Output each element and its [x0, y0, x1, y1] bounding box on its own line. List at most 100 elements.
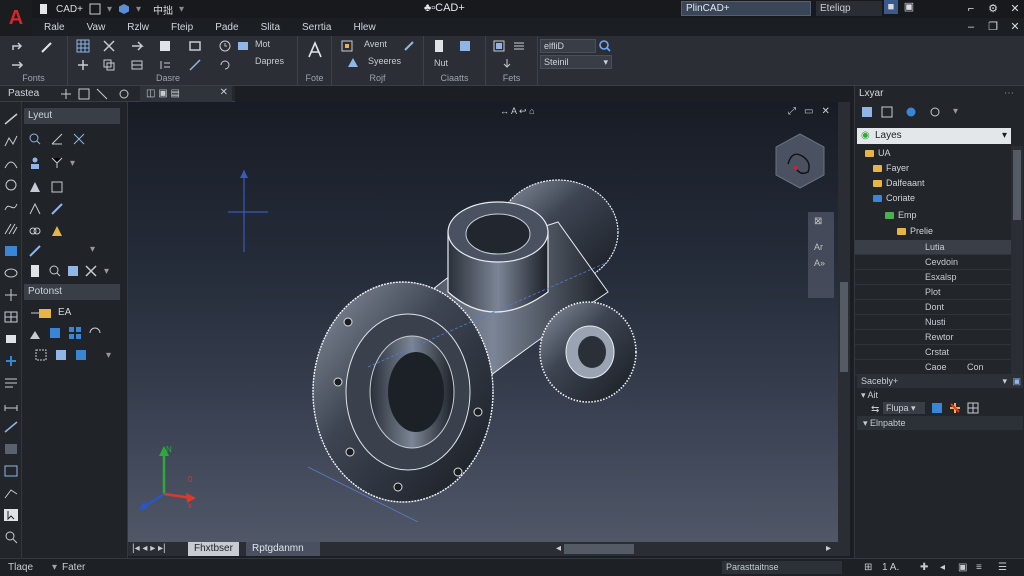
copy-icon[interactable]	[102, 58, 116, 72]
arc-icon[interactable]	[3, 156, 19, 170]
gradient-icon[interactable]	[3, 442, 19, 456]
layer-icon[interactable]	[236, 39, 250, 53]
join-icon[interactable]	[50, 156, 64, 170]
arrow-icon[interactable]	[130, 39, 144, 53]
align-icon[interactable]	[158, 58, 172, 72]
layer-tree-item[interactable]: Prelie	[855, 224, 1011, 239]
point-icon[interactable]	[3, 288, 19, 302]
horizontal-scrollbar-thumb[interactable]	[564, 544, 634, 554]
attribute-icon[interactable]	[512, 39, 526, 53]
redo-icon[interactable]	[10, 40, 24, 54]
doc-close-icon[interactable]: ✕	[1008, 20, 1022, 34]
rectangle-icon[interactable]	[188, 39, 202, 53]
palette-ea-label[interactable]: EA	[58, 307, 71, 318]
user-account[interactable]: Eteliqp	[816, 1, 882, 16]
menu-item[interactable]: Rzlw	[127, 22, 149, 33]
status-plus-icon[interactable]: ✚	[920, 562, 928, 573]
dotted-square-icon[interactable]	[34, 348, 48, 362]
doc-icon[interactable]	[28, 264, 42, 278]
property-row[interactable]: Caoe Con	[855, 360, 1011, 375]
fill-square-icon[interactable]	[54, 348, 68, 362]
app-logo[interactable]: A	[0, 0, 32, 36]
dimension-icon[interactable]	[3, 398, 19, 412]
viewport-restore-icon[interactable]: ▭	[804, 106, 813, 117]
ribbon-avent-label[interactable]: Avent	[364, 39, 387, 49]
menu-item[interactable]: Vaw	[87, 22, 106, 33]
viewport-close-icon[interactable]: ✕	[821, 106, 829, 117]
arrow-square-icon[interactable]	[74, 348, 88, 362]
ortho-icon[interactable]	[96, 88, 108, 100]
mtext-icon[interactable]	[3, 376, 19, 390]
person-icon[interactable]	[28, 156, 42, 170]
image-icon[interactable]	[66, 264, 80, 278]
doc-minimize-icon[interactable]: –	[964, 20, 978, 34]
scrollbar-thumb[interactable]	[1013, 150, 1021, 220]
layer-tree-item[interactable]: Coriate	[855, 191, 1011, 206]
viewport-nav-controls[interactable]: ↔ A ↩ ⌂	[500, 106, 535, 117]
move-icon[interactable]	[10, 58, 24, 72]
restore-icon[interactable]: ⚙	[986, 2, 1000, 16]
table-tool-icon[interactable]	[3, 310, 19, 324]
ribbon-syeeres-label[interactable]: Syeeres	[368, 56, 401, 66]
cube-icon[interactable]	[118, 3, 130, 15]
tab-layout[interactable]: Rptgdanmn	[246, 542, 320, 556]
erase-icon[interactable]	[84, 264, 98, 278]
block-icon[interactable]	[458, 39, 472, 53]
layer-tree-item[interactable]: UA	[855, 146, 1011, 161]
file-icon[interactable]	[38, 3, 50, 15]
layer-blue-icon[interactable]	[931, 402, 943, 414]
property-row[interactable]: Rewtor	[855, 330, 1011, 345]
spline-icon[interactable]	[3, 200, 19, 214]
ellipse-icon[interactable]	[3, 266, 19, 280]
snap-icon[interactable]	[78, 88, 90, 100]
layer-tree-item[interactable]: Dalfeaant	[855, 176, 1011, 191]
layer-settings-icon[interactable]	[929, 106, 941, 118]
status-scale-icon[interactable]: ⊞	[864, 562, 872, 573]
section-options-icon[interactable]: ▣	[1012, 374, 1021, 388]
viewport-vertical-scrollbar[interactable]	[838, 102, 850, 542]
insert-icon[interactable]	[492, 39, 506, 53]
nav-pan-icon[interactable]: Ar	[814, 242, 823, 252]
close-icon[interactable]: ✕	[1008, 2, 1022, 16]
small-arrow-icon[interactable]	[500, 56, 514, 70]
hscroll-right[interactable]: ▸	[826, 543, 831, 554]
palette-header-layout[interactable]: Lyeut	[24, 108, 120, 124]
ribbon-nut-label[interactable]: Nut	[434, 58, 448, 68]
multi-square-icon[interactable]	[68, 326, 82, 340]
section-header[interactable]: Sacebly+ ▾ ▣	[857, 374, 1023, 388]
chevron-down-icon[interactable]: ▾	[90, 244, 95, 255]
menu-item[interactable]: Rale	[44, 22, 65, 33]
ribbon-dapres-label[interactable]: Dapres	[255, 56, 284, 66]
viewport-maximize-icon[interactable]: ⤢	[788, 106, 796, 117]
menu-item[interactable]: Fteip	[171, 22, 193, 33]
viewcube[interactable]	[774, 132, 826, 190]
navigation-bar[interactable]: ⊠ Ar A»	[808, 212, 834, 298]
boundary-icon[interactable]	[3, 464, 19, 478]
scrollbar-thumb[interactable]	[840, 282, 848, 372]
3d-model[interactable]	[308, 152, 668, 522]
edit-icon[interactable]	[158, 39, 172, 53]
layer-properties-icon[interactable]	[340, 39, 354, 53]
status-scale[interactable]: 1 A.	[882, 562, 899, 573]
chevron-down-icon[interactable]: ▾	[953, 106, 958, 117]
palette-header-properties[interactable]: Potonst	[24, 284, 120, 300]
section-footer[interactable]: ▾ Elnpabte	[857, 416, 1023, 430]
select-icon[interactable]	[3, 508, 19, 522]
grid-select-icon[interactable]	[967, 402, 979, 414]
brush-icon[interactable]	[402, 39, 416, 53]
circle-icon[interactable]	[3, 178, 19, 192]
insert-tool-icon[interactable]	[3, 354, 19, 368]
pencil-icon[interactable]	[40, 40, 54, 54]
measure-icon[interactable]	[28, 244, 42, 258]
color-wheel-icon[interactable]	[949, 402, 961, 414]
section-select[interactable]: Flupa ▾	[883, 402, 925, 414]
magnify-icon[interactable]	[48, 264, 62, 278]
property-row[interactable]: Plot	[855, 285, 1011, 300]
hatch-icon[interactable]	[3, 222, 19, 236]
account-icon[interactable]: ■	[884, 0, 898, 14]
chevron-down-icon[interactable]: ▾	[106, 350, 111, 361]
menu-item[interactable]: Slita	[261, 22, 280, 33]
layer-panel-scrollbar[interactable]	[1011, 146, 1023, 376]
tool-icon[interactable]	[76, 58, 90, 72]
polyline-icon[interactable]	[3, 134, 19, 148]
